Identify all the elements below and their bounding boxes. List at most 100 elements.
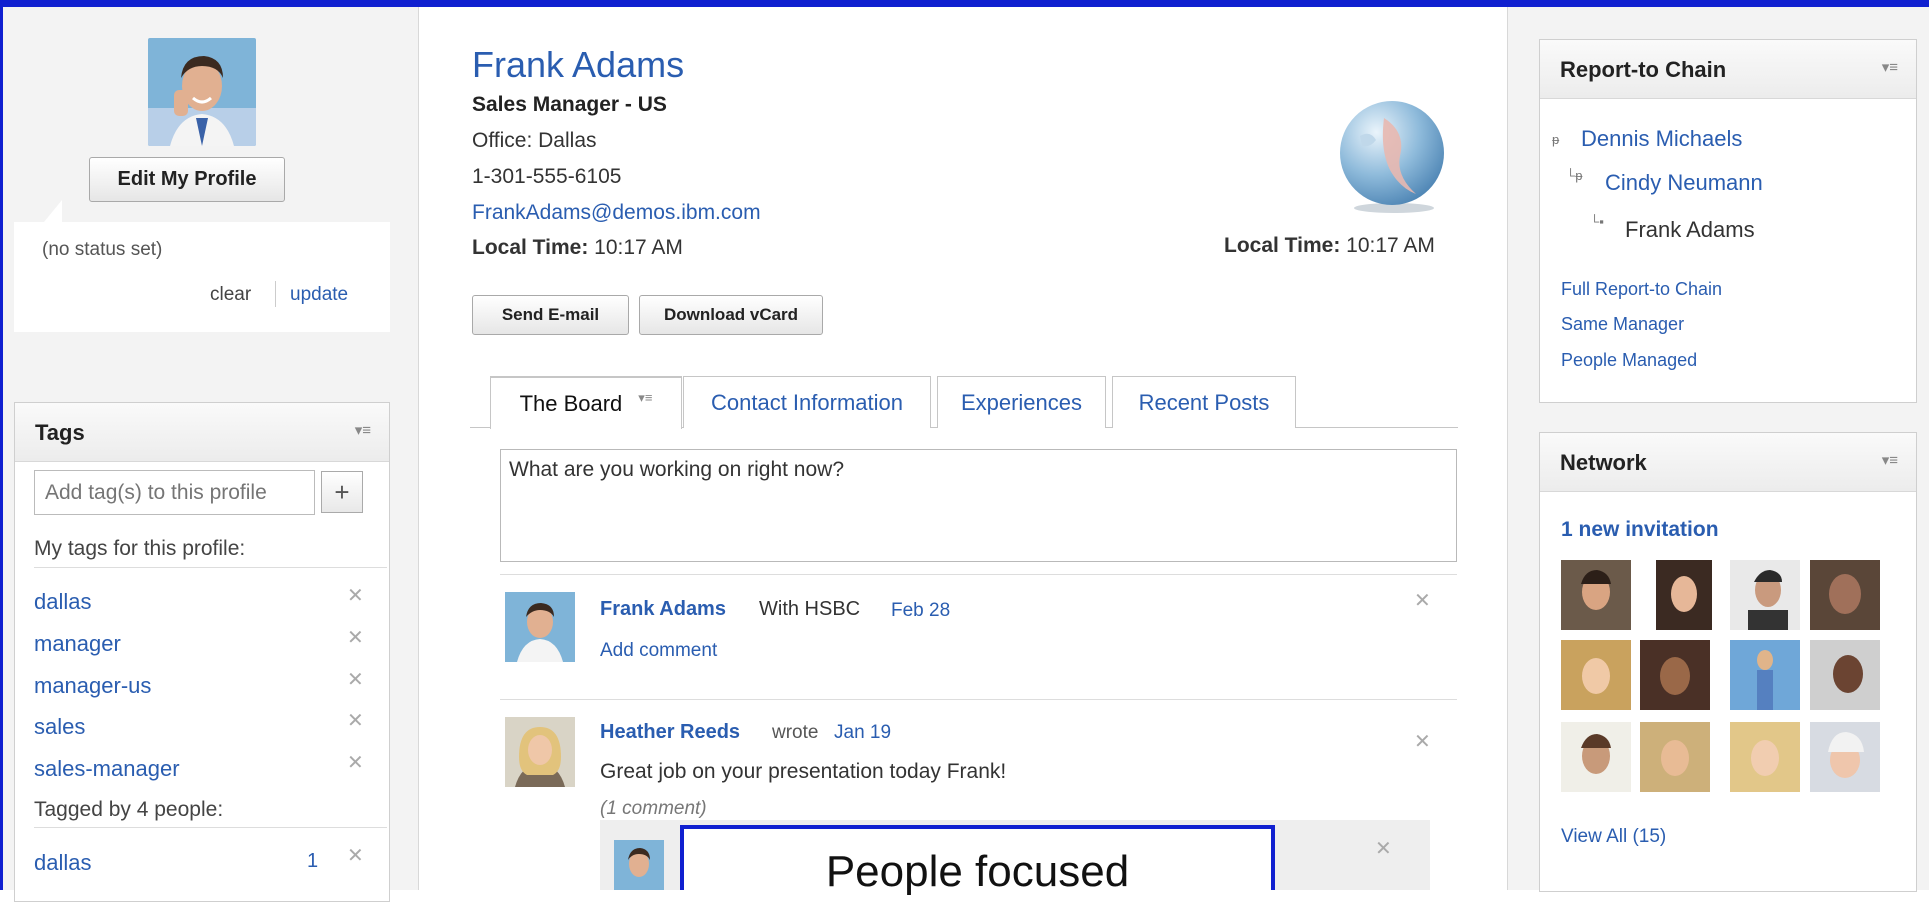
full-report-chain-link[interactable]: Full Report-to Chain bbox=[1561, 279, 1722, 300]
avatar[interactable] bbox=[1640, 722, 1710, 792]
avatar[interactable] bbox=[1730, 722, 1800, 792]
entry-author-link[interactable]: Frank Adams bbox=[600, 598, 726, 621]
close-icon[interactable]: ✕ bbox=[347, 708, 364, 733]
download-vcard-button[interactable]: Download vCard bbox=[639, 295, 823, 335]
avatar[interactable] bbox=[1810, 560, 1880, 630]
divider bbox=[500, 574, 1457, 575]
tag-count: 1 bbox=[307, 850, 319, 872]
profile-avatar bbox=[148, 38, 256, 146]
avatar[interactable] bbox=[1730, 560, 1800, 630]
avatar[interactable] bbox=[505, 717, 575, 787]
tree-node-icon: └▪ bbox=[1590, 214, 1604, 229]
tab-label: Contact Information bbox=[711, 389, 903, 415]
my-tags-label: My tags for this profile: bbox=[34, 537, 246, 560]
entry-text: With HSBC bbox=[759, 598, 861, 620]
local-time-label: Local Time: bbox=[1224, 234, 1341, 257]
comment-count-link[interactable]: (1 comment) bbox=[600, 798, 707, 820]
panel-menu-icon[interactable]: ▾≡ bbox=[1882, 58, 1898, 76]
local-time: Local Time: 10:17 AM bbox=[472, 236, 683, 260]
panel-title: Tags bbox=[35, 420, 85, 445]
tag-link[interactable]: sales-manager bbox=[34, 756, 180, 782]
local-time-label: Local Time: bbox=[472, 236, 589, 259]
tab-menu-icon[interactable]: ▾≡ bbox=[638, 390, 652, 406]
avatar[interactable] bbox=[1561, 560, 1631, 630]
tag-link[interactable]: manager bbox=[34, 631, 121, 657]
avatar[interactable] bbox=[1561, 640, 1631, 710]
tag-link[interactable]: manager-us bbox=[34, 673, 151, 699]
local-time-value: 10:17 AM bbox=[1346, 234, 1435, 257]
divider bbox=[500, 699, 1457, 700]
avatar[interactable] bbox=[1810, 722, 1880, 792]
divider bbox=[34, 827, 387, 828]
job-title: Sales Manager - US bbox=[472, 93, 667, 116]
chain-self: Frank Adams bbox=[1625, 217, 1755, 242]
avatar[interactable] bbox=[1730, 640, 1800, 710]
avatar[interactable] bbox=[1561, 722, 1631, 792]
tree-node-icon: ᵽ bbox=[1552, 132, 1560, 147]
close-icon[interactable]: ✕ bbox=[347, 667, 364, 692]
close-icon[interactable]: ✕ bbox=[1414, 588, 1431, 613]
avatar[interactable] bbox=[614, 840, 664, 890]
tab-label: The Board bbox=[519, 390, 623, 416]
panel-menu-icon[interactable]: ▾≡ bbox=[355, 421, 371, 439]
tagged-by-label: Tagged by 4 people: bbox=[34, 798, 224, 821]
panel-header: Report-to Chain ▾≡ bbox=[1540, 40, 1916, 99]
panel-menu-icon[interactable]: ▾≡ bbox=[1882, 451, 1898, 469]
status-update-link[interactable]: update bbox=[290, 284, 348, 306]
panel-title: Report-to Chain bbox=[1560, 57, 1727, 82]
status-text: (no status set) bbox=[42, 239, 163, 260]
tab-the-board[interactable]: The Board ▾≡ bbox=[490, 376, 682, 429]
new-invitation-link[interactable]: 1 new invitation bbox=[1561, 518, 1719, 542]
divider bbox=[34, 567, 387, 568]
office: Office: Dallas bbox=[472, 129, 597, 152]
tag-link[interactable]: dallas bbox=[34, 589, 91, 615]
tab-label: Experiences bbox=[960, 389, 1083, 415]
status-bubble-notch bbox=[44, 200, 62, 222]
avatar[interactable] bbox=[1810, 640, 1880, 710]
panel-header: Network ▾≡ bbox=[1540, 433, 1916, 492]
window-frame-top bbox=[0, 0, 1929, 7]
same-manager-link[interactable]: Same Manager bbox=[1561, 314, 1684, 335]
profile-name: Frank Adams bbox=[472, 44, 685, 85]
divider bbox=[418, 7, 419, 890]
tab-contact-information[interactable]: Contact Information bbox=[683, 376, 931, 428]
avatar[interactable] bbox=[1640, 640, 1710, 710]
globe-icon bbox=[1334, 98, 1450, 214]
close-icon[interactable]: ✕ bbox=[347, 625, 364, 650]
tab-label: Recent Posts bbox=[1138, 389, 1270, 415]
chain-link[interactable]: Dennis Michaels bbox=[1581, 126, 1742, 152]
tag-link[interactable]: dallas bbox=[34, 850, 91, 876]
plus-icon[interactable]: + bbox=[321, 471, 363, 513]
tab-experiences[interactable]: Experiences bbox=[937, 376, 1106, 428]
status-composer-input[interactable]: What are you working on right now? bbox=[500, 449, 1457, 562]
local-time-right: Local Time: 10:17 AM bbox=[1224, 234, 1435, 258]
tree-node-icon: └ᵽ bbox=[1566, 168, 1583, 183]
email-link[interactable]: FrankAdams@demos.ibm.com bbox=[472, 201, 761, 225]
chain-link[interactable]: Cindy Neumann bbox=[1605, 170, 1763, 196]
phone: 1-301-555-6105 bbox=[472, 165, 622, 188]
close-icon[interactable]: ✕ bbox=[1414, 729, 1431, 754]
people-managed-link[interactable]: People Managed bbox=[1561, 350, 1697, 371]
tag-link[interactable]: sales bbox=[34, 714, 85, 740]
entry-author-link[interactable]: Heather Reeds bbox=[600, 721, 740, 744]
close-icon[interactable]: ✕ bbox=[347, 843, 364, 868]
divider bbox=[275, 281, 276, 307]
local-time-value: 10:17 AM bbox=[594, 236, 683, 259]
add-comment-link[interactable]: Add comment bbox=[600, 640, 717, 662]
avatar[interactable] bbox=[1656, 560, 1712, 630]
edit-profile-button[interactable]: Edit My Profile bbox=[89, 157, 285, 202]
avatar[interactable] bbox=[505, 592, 575, 662]
callout-box: People focused bbox=[680, 825, 1275, 896]
entry-date[interactable]: Jan 19 bbox=[834, 722, 891, 744]
panel-title: Network bbox=[1560, 450, 1647, 475]
status-clear-link[interactable]: clear bbox=[210, 284, 251, 306]
view-all-link[interactable]: View All (15) bbox=[1561, 826, 1666, 848]
close-icon[interactable]: ✕ bbox=[347, 750, 364, 775]
close-icon[interactable]: ✕ bbox=[347, 583, 364, 608]
tab-recent-posts[interactable]: Recent Posts bbox=[1112, 376, 1296, 428]
add-tag-input[interactable] bbox=[34, 470, 315, 515]
entry-text: Great job on your presentation today Fra… bbox=[600, 760, 1007, 783]
send-email-button[interactable]: Send E-mail bbox=[472, 295, 629, 335]
entry-date[interactable]: Feb 28 bbox=[891, 600, 950, 622]
close-icon[interactable]: ✕ bbox=[1375, 836, 1392, 861]
